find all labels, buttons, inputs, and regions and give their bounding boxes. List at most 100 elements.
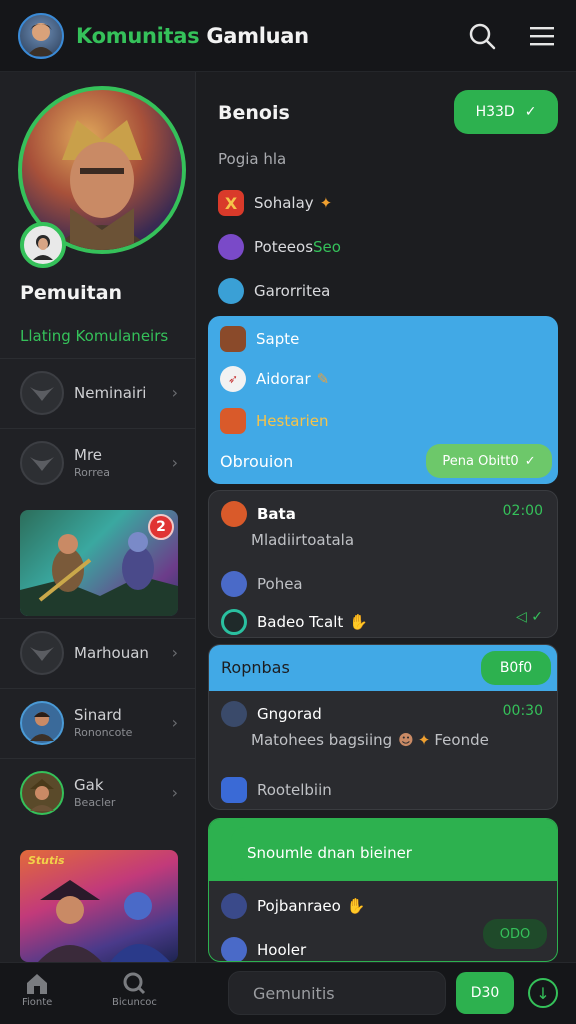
event-card-pill[interactable]: B0f0: [481, 651, 551, 685]
card-name: Bata: [257, 505, 296, 523]
main-panel: Benois H33D ✓ Pogia hla X Sohalay ✦ Pote…: [196, 72, 576, 962]
card-row: Sapte: [220, 326, 299, 352]
sidebar-item-label: Gak: [74, 776, 104, 794]
nav-home[interactable]: Fionte: [22, 971, 52, 1008]
card-row-label: Pojbanraeo: [257, 897, 341, 915]
chevron-right-icon: ›: [171, 643, 178, 662]
card-row: Hooler: [221, 937, 307, 961]
sidebar-item-label: Mre: [74, 446, 103, 464]
card-label: Stutis: [28, 854, 65, 867]
card-row-label: Sapte: [256, 330, 300, 348]
event-card[interactable]: Ropnbas B0f0 Gngorad 00:30 Matohees bags…: [208, 644, 558, 810]
character-icon: [218, 234, 244, 260]
sidebar: Pemuitan Llating Komulaneirs Neminairi ›…: [0, 72, 196, 962]
item-icon: ➶: [220, 366, 246, 392]
sidebar-item-mre[interactable]: Mre Rorrea ›: [0, 428, 195, 496]
top-status-pill[interactable]: H33D ✓: [454, 90, 558, 134]
hand-icon: ✋: [349, 613, 368, 631]
check-icon: ◁ ✓: [516, 609, 543, 625]
bottom-bar: Fionte Bicuncoc Gemunitis D30 ↓: [0, 962, 576, 1024]
card-time: 02:00: [502, 503, 543, 519]
list-item-label: Garorritea: [254, 282, 331, 300]
hand-icon: ✋: [346, 897, 366, 915]
character-icon: [221, 893, 247, 919]
list-item[interactable]: Garorritea: [218, 278, 330, 304]
flame-icon: ✦: [417, 731, 431, 749]
ring-icon: [221, 609, 247, 635]
chat-card[interactable]: Snoumle dnan bieiner Pojbanraeo ✋ Hooler…: [208, 818, 558, 962]
nav-discover[interactable]: Bicuncoc: [112, 971, 157, 1008]
download-icon[interactable]: ↓: [528, 978, 558, 1008]
character-icon: [221, 777, 247, 803]
section-label-text: Pogia hla: [218, 150, 287, 168]
sidebar-item-marhouan[interactable]: Marhouan ›: [0, 618, 195, 686]
search-icon[interactable]: [466, 20, 498, 52]
list-item-label: Poteeos: [254, 238, 314, 256]
chat-card-pill[interactable]: ODO: [483, 919, 547, 949]
pencil-icon: ✎: [316, 370, 330, 388]
pill-label: ODO: [499, 926, 531, 942]
card-sub-text: Mladiirtoatala: [251, 531, 355, 549]
card-row: ➶ Aidorar ✎: [220, 366, 329, 392]
chevron-right-icon: ›: [171, 383, 178, 402]
flame-icon: ✦: [319, 194, 333, 212]
card-row: Pojbanraeo ✋: [221, 893, 366, 919]
sidebar-item-label: Neminairi: [74, 383, 147, 402]
card-row-label: Badeo Tcalt: [257, 613, 344, 631]
card-footer: Obrouion: [220, 452, 293, 471]
sidebar-item-sinard[interactable]: Sinard Rononcote ›: [0, 688, 195, 756]
pill-label: D30: [470, 985, 500, 1001]
card-row-label: Aidorar: [256, 370, 311, 388]
character-icon: [221, 571, 247, 597]
menu-icon[interactable]: [526, 20, 558, 52]
card-sub: Matohees bagsiing ☻ ✦ Feonde: [251, 731, 489, 749]
sidebar-item-neminairi[interactable]: Neminairi ›: [0, 358, 195, 426]
user-avatar: [20, 700, 64, 745]
game-card-thumbnail[interactable]: 2: [20, 510, 178, 616]
card-sub-text: Matohees bagsiing: [251, 731, 393, 749]
card-footer-text: Obrouion: [220, 452, 294, 471]
game-card-thumbnail-2[interactable]: Stutis: [20, 850, 178, 962]
face-icon: ☻: [398, 731, 414, 749]
card-row: Badeo Tcalt ✋: [221, 609, 368, 635]
main-title: Benois: [218, 102, 290, 124]
sidebar-item-gak[interactable]: Gak Beacler ›: [0, 758, 195, 826]
nav-home-label: Fionte: [22, 997, 53, 1008]
sidebar-item-sub: Rononcote: [74, 726, 133, 739]
chevron-right-icon: ›: [171, 783, 178, 802]
mini-avatar[interactable]: [20, 222, 66, 268]
sidebar-item-label: Sinard: [74, 706, 122, 724]
section-label: Pogia hla: [218, 150, 286, 168]
check-icon: ✓: [524, 453, 536, 469]
blue-card[interactable]: Sapte ➶ Aidorar ✎ Hestarien Obrouion Pen…: [208, 316, 558, 484]
card-row-label: Hooler: [257, 941, 307, 959]
top-header: Komunitas Gamluan: [0, 0, 576, 72]
bottom-action-button[interactable]: D30: [456, 972, 514, 1014]
card-sub-text-2: Feonde: [434, 731, 489, 749]
card-row: Pohea: [221, 571, 303, 597]
list-item[interactable]: X Sohalay ✦: [218, 190, 332, 216]
bat-icon: [20, 370, 64, 415]
blue-card-pill[interactable]: Pena Obitt0 ✓: [426, 444, 552, 478]
list-item-label: Sohalay: [254, 194, 314, 212]
card-row: Hestarien: [220, 408, 328, 434]
check-icon: ✓: [524, 104, 537, 120]
chat-bubble-text: Snoumle dnan bieiner: [247, 844, 412, 862]
bottom-search-input[interactable]: Gemunitis: [228, 971, 446, 1015]
event-card-title: Ropnbas: [221, 658, 290, 677]
notification-badge: 2: [148, 514, 174, 540]
card-sub: Mladiirtoatala: [251, 531, 354, 549]
search-placeholder: Gemunitis: [253, 983, 335, 1003]
title-white: Gamluan: [199, 23, 309, 48]
title-green: Komunitas: [76, 23, 200, 48]
chevron-right-icon: ›: [171, 453, 178, 472]
list-item[interactable]: Poteeos Seo: [218, 234, 341, 260]
app-logo[interactable]: [18, 12, 64, 59]
character-icon: [221, 701, 247, 727]
app-title: Komunitas Gamluan: [76, 24, 309, 48]
match-card[interactable]: Bata 02:00 Mladiirtoatala Pohea Badeo Tc…: [208, 490, 558, 638]
card-name: Gngorad: [257, 705, 322, 723]
card-row: Bata: [221, 501, 296, 527]
pill-label: Pena Obitt0: [442, 453, 519, 469]
shield-icon: [220, 408, 246, 434]
